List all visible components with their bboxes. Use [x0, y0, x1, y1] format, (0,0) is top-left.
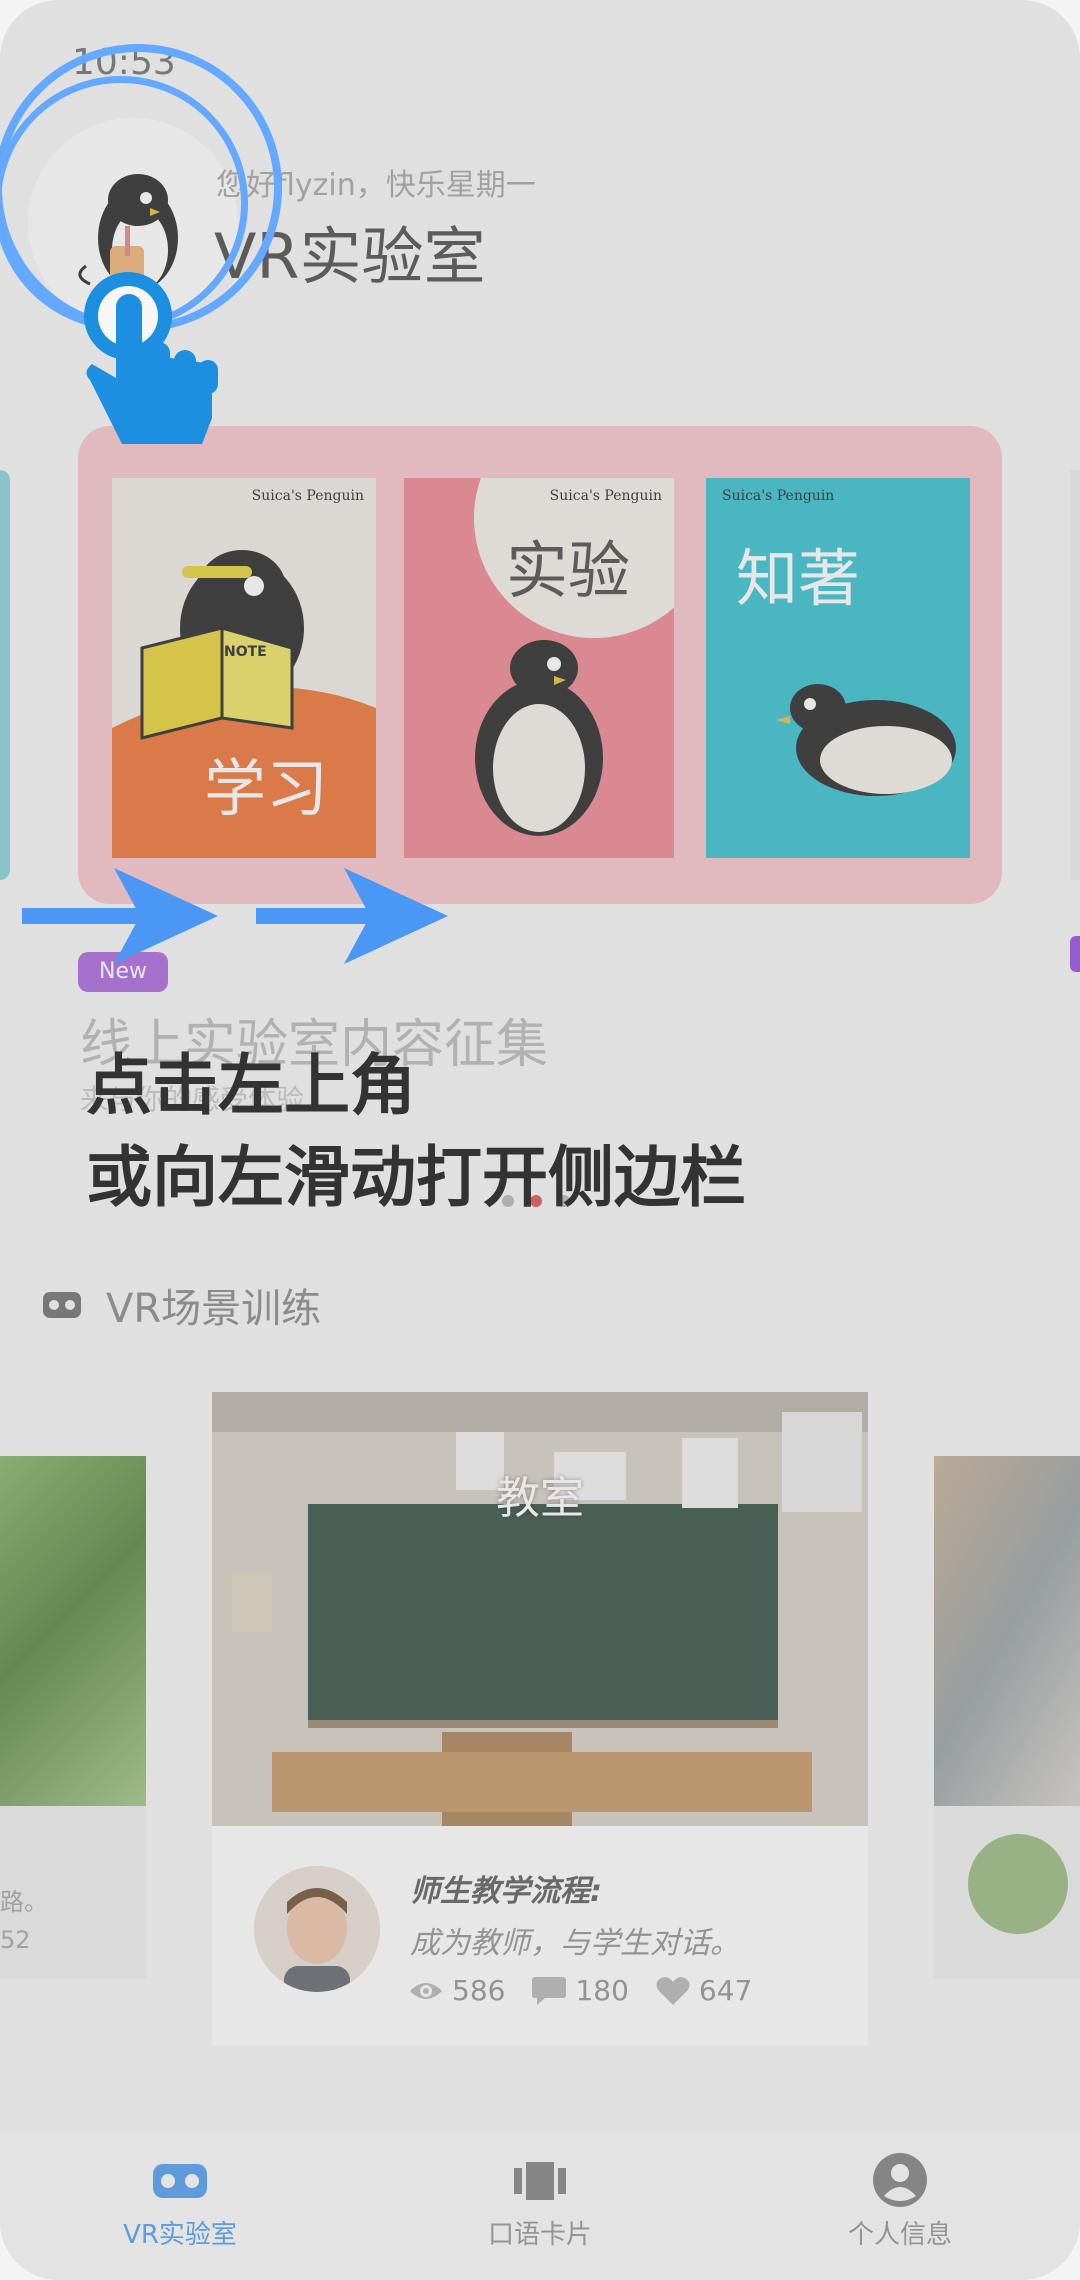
views-stat: 586: [408, 1974, 505, 2007]
comment-icon: [532, 1976, 567, 2005]
person-photo-icon: [254, 1866, 380, 1992]
banner-next-peek[interactable]: [1070, 470, 1080, 880]
promo-banner[interactable]: Suica's Penguin NOTE 学习 Suica's Penguin …: [78, 426, 1002, 904]
scene-card-prev[interactable]: 路。 52: [0, 1456, 146, 1978]
nav-tab-speaking-cards[interactable]: 口语卡片: [420, 2132, 660, 2251]
vr-scene-section-header: VR场景训练: [42, 1276, 321, 1334]
escalator-photo: [934, 1456, 1080, 1806]
section-title: VR场景训练: [106, 1286, 322, 1332]
likes-stat[interactable]: 647: [655, 1974, 752, 2007]
scene-card-next[interactable]: [934, 1456, 1080, 1978]
tap-hand-icon: [84, 272, 218, 444]
card-title: 师生教学流程:: [410, 1874, 602, 1909]
nav-label: 个人信息: [847, 2220, 952, 2250]
cards-icon: [514, 2162, 566, 2200]
nav-tab-vr-lab[interactable]: VR实验室: [60, 2132, 300, 2251]
likes-count: 647: [698, 1974, 753, 2007]
tutorial-hint-line2: 或向左滑动打开侧边栏: [86, 1139, 746, 1216]
app-page: 10:53 您好flyzin，快乐星期一 VR实验室 Suica's Pengu…: [0, 0, 1080, 2280]
card-description: 成为教师，与学生对话。: [410, 1926, 740, 1961]
scene-card-classroom[interactable]: 教室 师生教学流程: 成为教师，与学生对话。 586 180 647: [212, 1392, 868, 2046]
card-stat-fragment: 52: [0, 1926, 31, 1954]
book-note-text: NOTE: [224, 644, 267, 660]
book-word-study: 学习: [204, 752, 329, 825]
tutorial-hint: 点击左上角 或向左滑动打开侧边栏: [86, 1040, 746, 1224]
swipe-arrows-icon: [22, 868, 448, 964]
comments-count: 180: [575, 1974, 629, 2007]
scene-label: 教室: [496, 1473, 584, 1524]
forest-photo: [0, 1456, 146, 1806]
views-count: 586: [452, 1974, 506, 2007]
book-cover-knowledge: Suica's Penguin 知著: [706, 478, 970, 858]
banner-prev-peek[interactable]: [0, 470, 10, 880]
tutorial-hint-line1: 点击左上角: [86, 1047, 416, 1124]
card-desc-fragment: 路。: [0, 1888, 48, 1916]
card-stats: 586 180 647: [408, 1974, 778, 2007]
eye-icon: [410, 1982, 442, 1999]
host-avatar-next: [968, 1834, 1068, 1934]
book-brand: Suica's Penguin: [549, 488, 662, 504]
penguin-sliding-illustration: [776, 684, 956, 796]
person-icon: [873, 2153, 927, 2207]
book-cover-study: Suica's Penguin NOTE 学习: [112, 478, 376, 858]
book-word-experiment: 实验: [506, 534, 631, 607]
classroom-photo: 教室: [212, 1392, 868, 1826]
next-card-badge-peek: [1070, 936, 1080, 972]
host-avatar: [254, 1866, 380, 1992]
classroom-illustration: [212, 1392, 868, 1826]
vr-headset-icon: [153, 2164, 207, 2198]
nav-tab-profile[interactable]: 个人信息: [780, 2132, 1020, 2251]
vr-headset-icon: [43, 1292, 81, 1318]
nav-label: 口语卡片: [487, 2220, 592, 2250]
bottom-navigation: VR实验室 口语卡片 个人信息: [0, 2132, 1080, 2280]
book-cover-experiment: Suica's Penguin 实验: [404, 478, 674, 858]
heart-icon: [656, 1976, 690, 2005]
nav-label: VR实验室: [123, 2220, 237, 2250]
comments-stat[interactable]: 180: [531, 1974, 629, 2007]
